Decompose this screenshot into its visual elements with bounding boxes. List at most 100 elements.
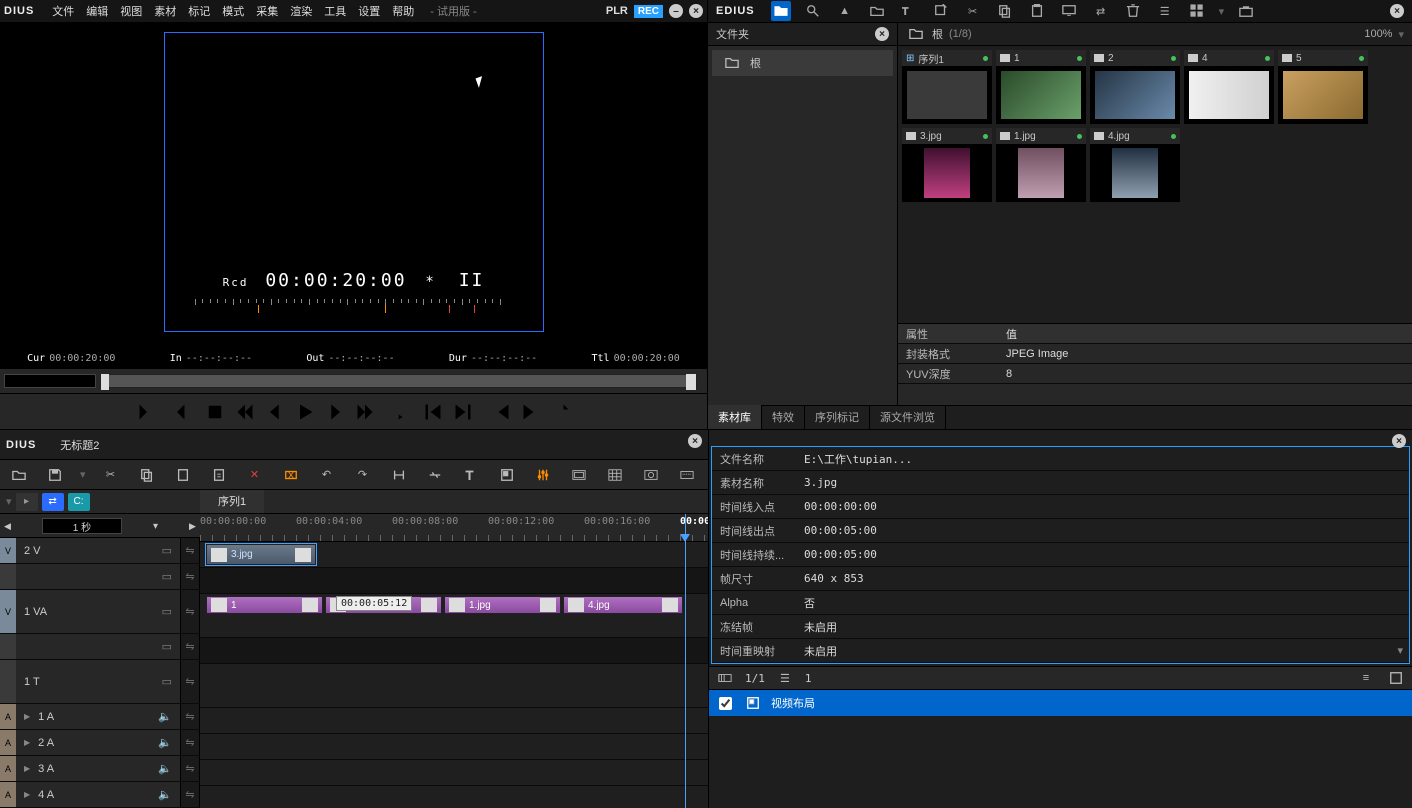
time-ruler[interactable]: 00:00:00:0000:00:04:0000:00:08:0000:00:1… — [200, 514, 708, 542]
track-patch[interactable]: ⇋ — [180, 634, 200, 659]
scrub-tail[interactable] — [686, 374, 696, 390]
keyboard-icon[interactable] — [676, 464, 698, 486]
menu-渲染[interactable]: 渲染 — [284, 4, 318, 20]
cut-icon[interactable]: ✂ — [963, 1, 983, 21]
lane-4a[interactable] — [200, 786, 708, 808]
bin-clip[interactable]: 4 — [1184, 50, 1274, 124]
delete-clip-icon[interactable]: ✕ — [244, 464, 266, 486]
timeline-close-icon[interactable]: × — [688, 434, 702, 448]
track-header[interactable]: V1 VA▭⇋ — [0, 590, 200, 634]
ffwd-button[interactable] — [355, 402, 375, 422]
paste-icon[interactable] — [172, 464, 194, 486]
open-folder-icon[interactable] — [867, 1, 887, 21]
minimize-icon[interactable]: – — [669, 4, 683, 18]
scrub-head[interactable] — [101, 374, 109, 390]
bin-tab-2[interactable]: 序列标记 — [805, 405, 870, 429]
track-patch[interactable]: ⇋ — [180, 730, 200, 755]
folder-panel-close-icon[interactable]: × — [875, 27, 889, 41]
redo-icon[interactable]: ↷ — [352, 464, 374, 486]
lane-1va[interactable]: 00:00:05:12 11.jpg4.jpg — [200, 594, 708, 638]
insert-mode-button[interactable]: ⇄ — [42, 493, 64, 511]
paste-attr-icon[interactable] — [208, 464, 230, 486]
bin-grid[interactable]: ⊞序列11245 3.jpg1.jpg4.jpg — [898, 46, 1412, 323]
scrub-bar[interactable] — [0, 369, 707, 393]
fx-enable-checkbox[interactable] — [719, 697, 732, 710]
goto-in-button[interactable] — [423, 402, 443, 422]
bin-tab-3[interactable]: 源文件浏览 — [870, 405, 946, 429]
lane-2a[interactable] — [200, 734, 708, 760]
sequence-tab[interactable]: 序列1 — [200, 490, 264, 513]
program-monitor[interactable]: Rcd 00:00:20:00 * II — [164, 32, 544, 332]
step-back-button[interactable] — [265, 402, 285, 422]
menu-工具[interactable]: 工具 — [318, 4, 352, 20]
mark-out-button[interactable] — [167, 402, 187, 422]
play-button[interactable] — [295, 402, 315, 422]
title-tool-icon[interactable]: T — [460, 464, 482, 486]
track-header[interactable]: A▶1 A🔈⇋ — [0, 704, 200, 730]
bin-tab-0[interactable]: 素材库 — [708, 405, 762, 429]
bin-clip[interactable]: ⊞序列1 — [902, 50, 992, 124]
timeline-clip[interactable]: 1 — [206, 596, 323, 614]
bin-clip[interactable]: 3.jpg — [902, 128, 992, 202]
zoom-label[interactable]: 100% — [1364, 28, 1392, 40]
lane-2v-sub[interactable] — [200, 568, 708, 594]
track-patch[interactable]: ⇋ — [180, 538, 200, 563]
mark-in-button[interactable] — [137, 402, 157, 422]
list-icon[interactable]: ☰ — [775, 668, 795, 688]
folder-icon[interactable] — [771, 1, 791, 21]
filmstrip-icon[interactable] — [715, 668, 735, 688]
track-header[interactable]: A▶2 A🔈⇋ — [0, 730, 200, 756]
menu-标记[interactable]: 标记 — [182, 4, 216, 20]
track-header[interactable]: A▶4 A🔈⇋ — [0, 782, 200, 808]
bin-clip[interactable]: 2 — [1090, 50, 1180, 124]
scrub-mini[interactable] — [4, 374, 96, 388]
export-button[interactable] — [551, 402, 571, 422]
grid-icon[interactable] — [1187, 1, 1207, 21]
vectorscope-icon[interactable] — [640, 464, 662, 486]
scrub-track[interactable] — [100, 374, 697, 388]
menu-设置[interactable]: 设置 — [352, 4, 386, 20]
delete-icon[interactable] — [1123, 1, 1143, 21]
playhead[interactable] — [685, 514, 686, 808]
open-icon[interactable] — [8, 464, 30, 486]
close-icon[interactable]: × — [689, 4, 703, 18]
toolbox-icon[interactable] — [1236, 1, 1256, 21]
bin-clip[interactable]: 1.jpg — [996, 128, 1086, 202]
copy-icon[interactable] — [136, 464, 158, 486]
track-lanes-area[interactable]: 00:00:00:0000:00:04:0000:00:08:0000:00:1… — [200, 514, 708, 808]
goto-out-button[interactable] — [453, 402, 473, 422]
loop-button[interactable] — [385, 402, 405, 422]
paste-icon[interactable] — [1027, 1, 1047, 21]
breadcrumb-folder-icon[interactable] — [906, 24, 926, 44]
timeline-clip[interactable]: 4.jpg — [563, 596, 683, 614]
bin-tab-1[interactable]: 特效 — [762, 405, 805, 429]
track-header[interactable]: V2 V▭⇋ — [0, 538, 200, 564]
track-patch[interactable]: ⇋ — [180, 782, 200, 807]
menu-采集[interactable]: 采集 — [250, 4, 284, 20]
menu-编辑[interactable]: 编辑 — [80, 4, 114, 20]
info-close-icon[interactable]: × — [1392, 434, 1406, 448]
fx-video-layout[interactable]: 视频布局 — [709, 690, 1412, 716]
track-patch[interactable]: ⇋ — [180, 704, 200, 729]
bin-clip[interactable]: 4.jpg — [1090, 128, 1180, 202]
lane-1va-sub[interactable] — [200, 638, 708, 664]
snap-icon[interactable] — [388, 464, 410, 486]
safe-area-icon[interactable] — [568, 464, 590, 486]
bin-clip[interactable]: 1 — [996, 50, 1086, 124]
copy-icon[interactable] — [995, 1, 1015, 21]
lane-1a[interactable] — [200, 708, 708, 734]
lane-1t[interactable] — [200, 664, 708, 708]
menu-模式[interactable]: 模式 — [216, 4, 250, 20]
stop-button[interactable] — [205, 402, 225, 422]
title-icon[interactable]: T — [899, 1, 919, 21]
track-header[interactable]: ▭⇋ — [0, 564, 200, 590]
menu-list-icon[interactable]: ≡ — [1356, 668, 1376, 688]
track-patch[interactable]: ⇋ — [180, 660, 200, 703]
lane-2v[interactable]: 3.jpg — [200, 542, 708, 568]
grid-matte-icon[interactable] — [604, 464, 626, 486]
up-icon[interactable]: ▲ — [835, 1, 855, 21]
tree-root-item[interactable]: 根 — [712, 50, 893, 76]
mixer-icon[interactable] — [532, 464, 554, 486]
link-icon[interactable]: ⇄ — [1091, 1, 1111, 21]
track-patch[interactable]: ⇋ — [180, 756, 200, 781]
